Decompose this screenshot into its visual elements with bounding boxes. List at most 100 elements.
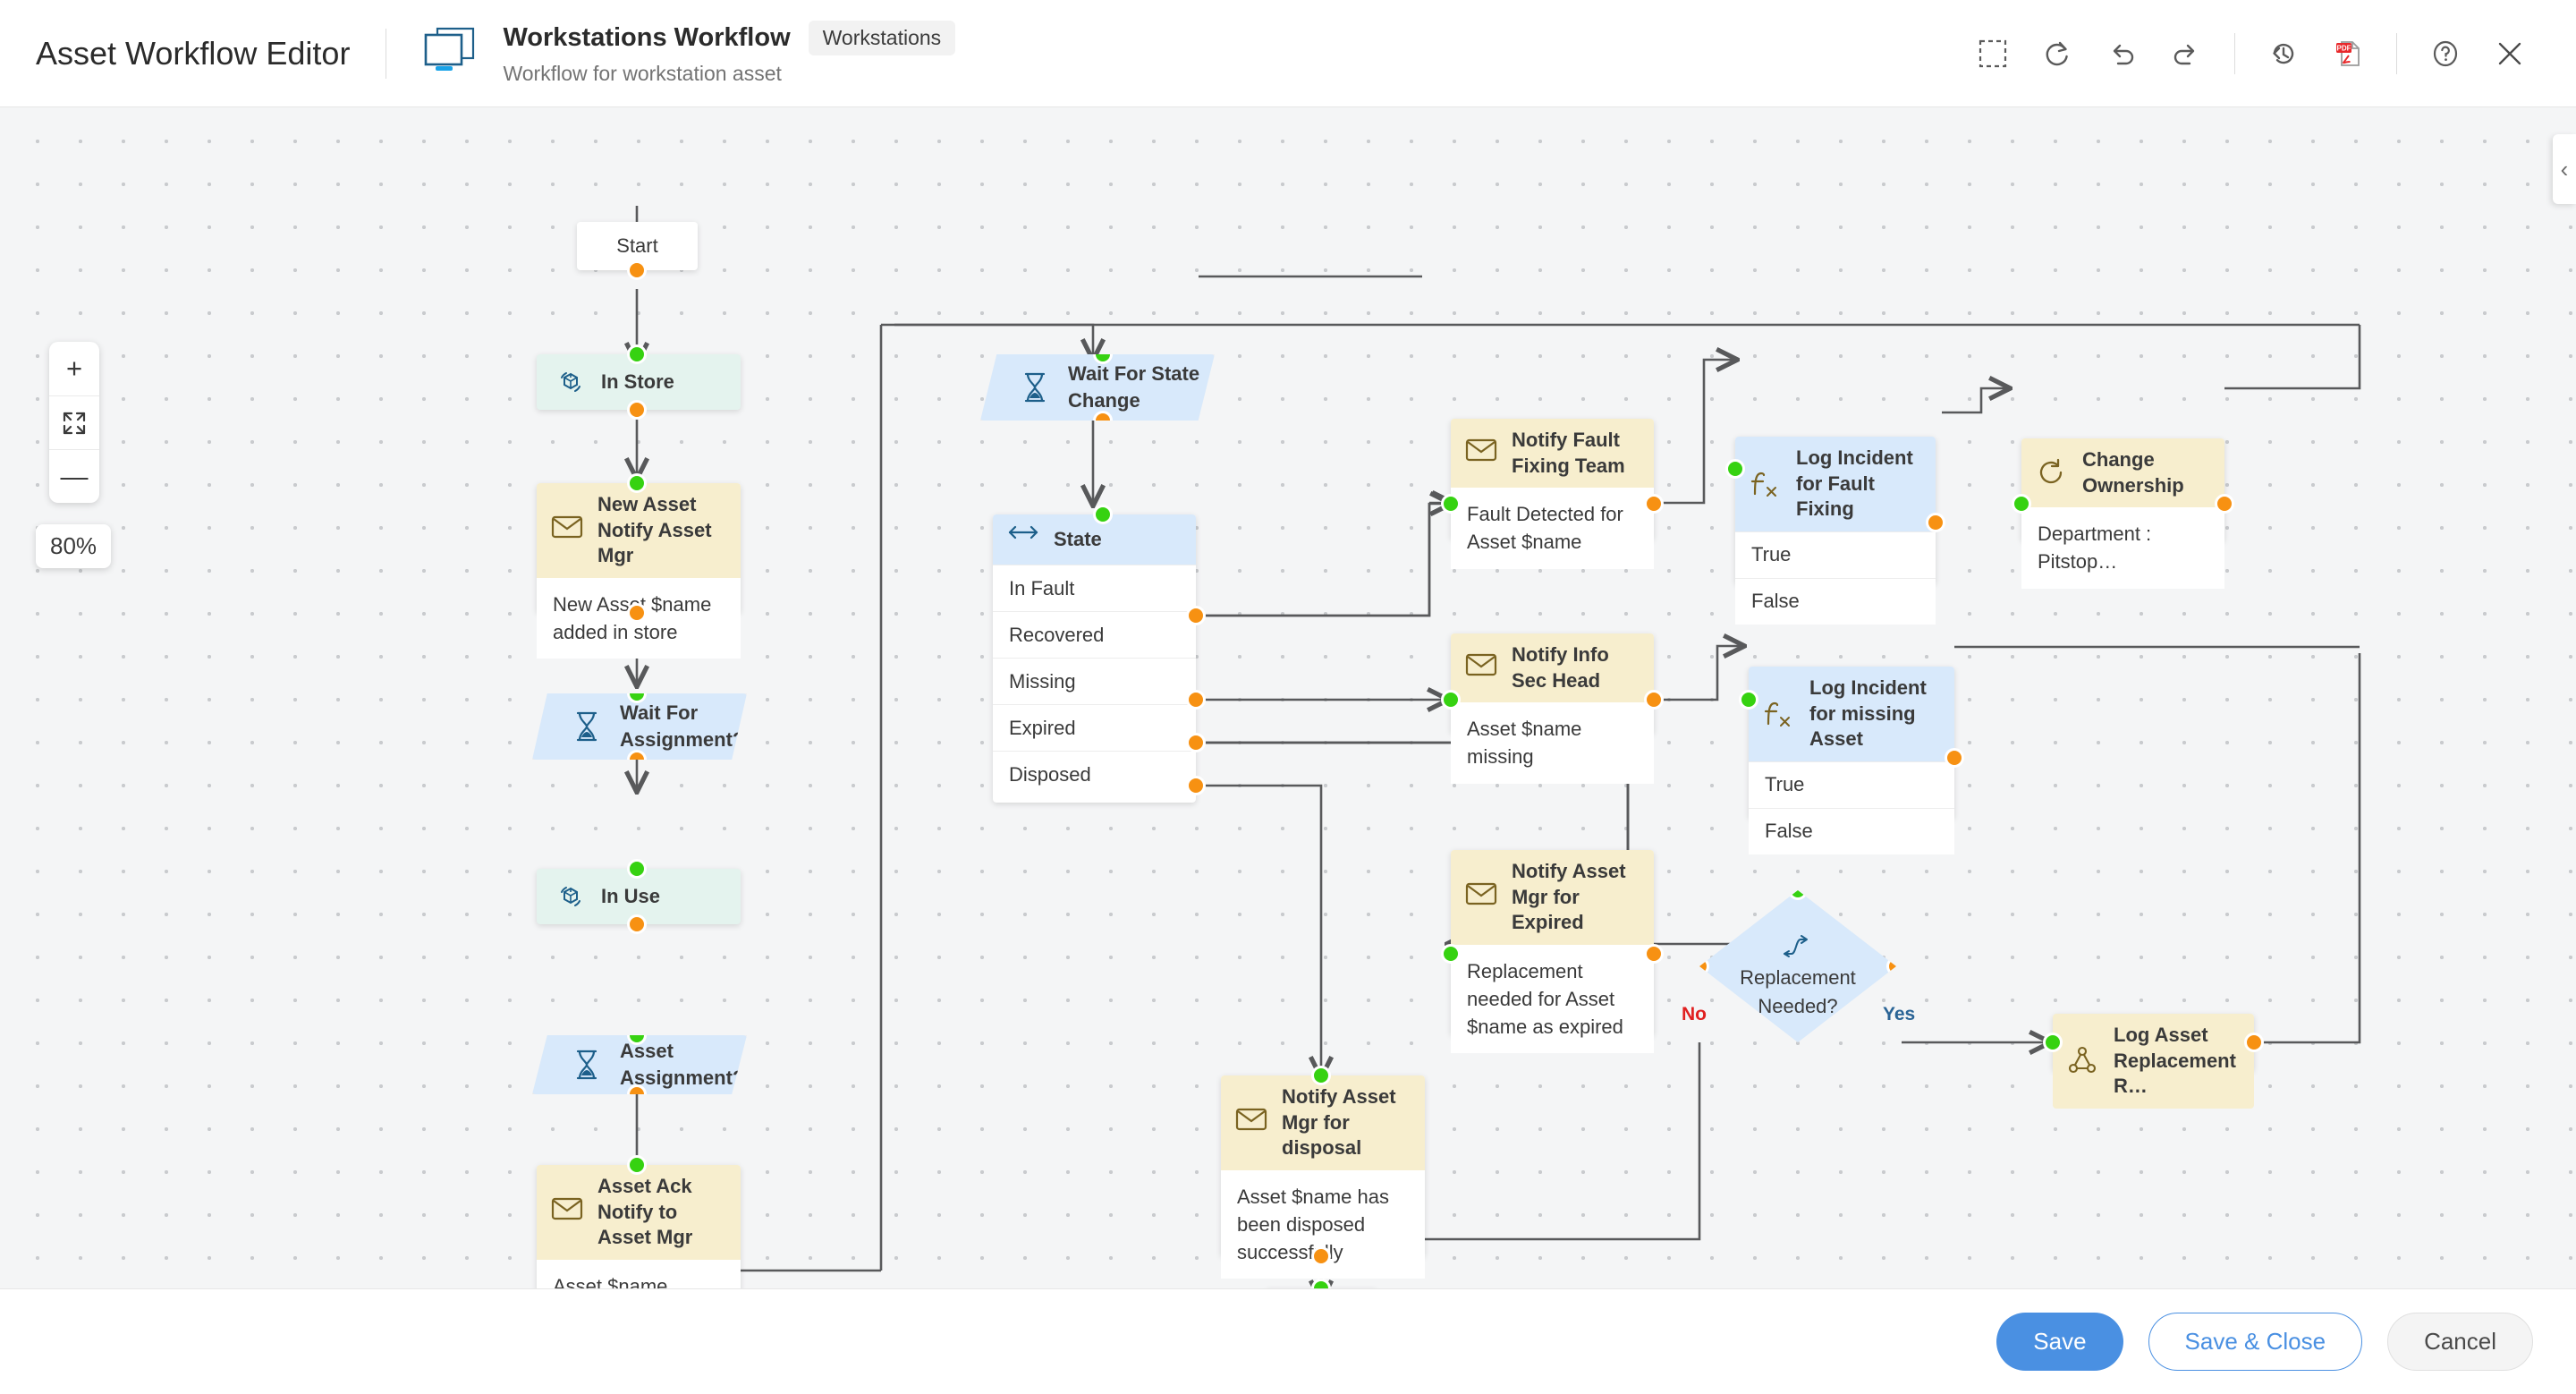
node-asset-ack-notify[interactable]: Asset Ack Notify to Asset Mgr Asset $nam… <box>537 1165 741 1288</box>
workflow-title: Workstations Workflow <box>503 23 790 53</box>
port-in[interactable] <box>2012 494 2031 514</box>
app-title: Asset Workflow Editor <box>36 35 350 72</box>
marquee-select-icon[interactable] <box>1961 21 2025 86</box>
redo-icon[interactable] <box>2154 21 2218 86</box>
node-log-incident-fault-fixing[interactable]: Log Incident for Fault Fixing True False <box>1735 437 1936 584</box>
port-out[interactable] <box>627 400 647 420</box>
port-in[interactable] <box>627 473 647 493</box>
port-out-true[interactable] <box>1945 748 1964 768</box>
node-notify-info-sec-head[interactable]: Notify Info Sec Head Asset $name missing <box>1451 633 1654 734</box>
node-header: Notify Asset Mgr for Expired <box>1451 850 1654 945</box>
port-in[interactable] <box>627 859 647 879</box>
node-title: Notify Fault Fixing Team <box>1512 428 1640 479</box>
port-in[interactable] <box>1441 944 1461 964</box>
port-in[interactable] <box>1441 494 1461 514</box>
switch-option[interactable]: Disposed <box>993 751 1196 797</box>
node-in-store[interactable]: In Store <box>537 354 741 410</box>
node-log-incident-missing-asset[interactable]: Log Incident for missing Asset True Fals… <box>1749 667 1954 819</box>
port-out[interactable] <box>1311 1246 1331 1266</box>
save-button[interactable]: Save <box>1996 1313 2123 1371</box>
port-out[interactable] <box>1644 944 1664 964</box>
port-out-in-fault[interactable] <box>1186 606 1206 625</box>
mail-icon <box>1465 881 1497 914</box>
node-title: Wait For State Change <box>1068 361 1215 413</box>
function-icon <box>1750 468 1782 500</box>
save-and-close-button[interactable]: Save & Close <box>2148 1313 2363 1371</box>
port-out[interactable] <box>627 914 647 934</box>
panel-collapse-toggle[interactable]: ‹ <box>2553 134 2576 204</box>
switch-option[interactable]: Recovered <box>993 611 1196 658</box>
node-title: Asset Assignment? <box>620 1038 747 1091</box>
switch-option[interactable]: Missing <box>993 658 1196 704</box>
port-in[interactable] <box>627 1155 647 1175</box>
node-notify-asset-mgr-disposal[interactable]: Notify Asset Mgr for disposal Asset $nam… <box>1221 1075 1425 1256</box>
function-icon <box>1763 698 1795 730</box>
node-title: Log Incident for missing Asset <box>1809 676 1940 752</box>
node-title: State <box>1054 527 1102 553</box>
port-out-expired[interactable] <box>1186 733 1206 752</box>
undo-icon[interactable] <box>2089 21 2154 86</box>
node-asset-assignment[interactable]: Asset Assignment? <box>532 1035 747 1094</box>
close-icon[interactable] <box>2478 21 2542 86</box>
port-out[interactable] <box>2215 494 2234 514</box>
zoom-controls: + — <box>49 342 99 503</box>
port-in[interactable] <box>627 344 647 364</box>
pdf-export-icon[interactable]: PDF <box>2316 21 2380 86</box>
port-out[interactable] <box>627 260 647 280</box>
asset-state-icon <box>555 880 587 913</box>
node-title: Log Incident for Fault Fixing <box>1796 446 1921 523</box>
node-in-use[interactable]: In Use <box>537 869 741 924</box>
switch-option[interactable]: Expired <box>993 704 1196 751</box>
node-wait-for-assignment[interactable]: Wait For Assignment? <box>532 693 747 760</box>
port-out-missing[interactable] <box>1186 690 1206 710</box>
node-state-switch[interactable]: State In Fault Recovered Missing Expired… <box>993 514 1196 803</box>
fit-screen-icon[interactable] <box>49 395 99 449</box>
switch-option[interactable]: In Fault <box>993 565 1196 611</box>
cancel-button[interactable]: Cancel <box>2387 1313 2533 1371</box>
port-out-true[interactable] <box>1926 513 1945 532</box>
node-title: Notify Info Sec Head <box>1512 642 1640 693</box>
port-out[interactable] <box>1644 494 1664 514</box>
node-header: Log Incident for Fault Fixing <box>1735 437 1936 531</box>
node-title: Wait For Assignment? <box>620 700 747 752</box>
refresh-icon[interactable] <box>2025 21 2089 86</box>
node-title: Notify Asset Mgr for disposal <box>1282 1084 1411 1161</box>
node-new-asset-notify[interactable]: New Asset Notify Asset Mgr New Asset $na… <box>537 483 741 613</box>
node-body: Fault Detected for Asset $name <box>1451 488 1654 568</box>
node-wait-for-state-change[interactable]: Wait For State Change <box>980 354 1215 421</box>
port-out-disposed[interactable] <box>1186 776 1206 795</box>
port-in[interactable] <box>1311 1066 1331 1085</box>
branch-option-true[interactable]: True <box>1749 761 1954 808</box>
hourglass-icon <box>1021 371 1054 404</box>
branch-option-true[interactable]: True <box>1735 531 1936 578</box>
port-in[interactable] <box>1441 690 1461 710</box>
node-start[interactable]: Start <box>577 222 698 270</box>
zoom-in-button[interactable]: + <box>49 342 99 395</box>
history-icon[interactable] <box>2251 21 2316 86</box>
port-in[interactable] <box>1739 690 1758 710</box>
port-out[interactable] <box>627 603 647 623</box>
port-in[interactable] <box>1725 459 1745 479</box>
zoom-out-button[interactable]: — <box>49 449 99 503</box>
toolbar-divider-1 <box>2234 33 2235 74</box>
hourglass-icon <box>573 1049 606 1081</box>
header-toolbar: PDF <box>1961 21 2542 86</box>
node-log-asset-replacement[interactable]: Log Asset Replacement R… <box>2053 1014 2254 1071</box>
branch-icon <box>1782 935 1814 958</box>
node-title: Notify Asset Mgr for Expired <box>1512 859 1640 936</box>
edge-label-no: No <box>1682 1004 1707 1025</box>
branch-option-false[interactable]: False <box>1749 808 1954 854</box>
branch-option-false[interactable]: False <box>1735 578 1936 625</box>
port-out[interactable] <box>2244 1033 2264 1052</box>
workflow-node-icon <box>2067 1045 2099 1077</box>
port-out[interactable] <box>1644 690 1664 710</box>
port-in[interactable] <box>2043 1033 2063 1052</box>
node-start-label: Start <box>616 234 657 258</box>
node-change-ownership[interactable]: Change Ownership Department : Pitstop… <box>2021 438 2224 541</box>
switch-icon <box>1007 523 1039 556</box>
workflow-canvas[interactable]: Start In Store New Asset Notify Asset Mg… <box>0 107 2576 1288</box>
node-notify-fault-fixing-team[interactable]: Notify Fault Fixing Team Fault Detected … <box>1451 419 1654 540</box>
port-in[interactable] <box>1093 505 1113 524</box>
node-notify-asset-mgr-expired[interactable]: Notify Asset Mgr for Expired Replacement… <box>1451 850 1654 1035</box>
help-icon[interactable] <box>2413 21 2478 86</box>
